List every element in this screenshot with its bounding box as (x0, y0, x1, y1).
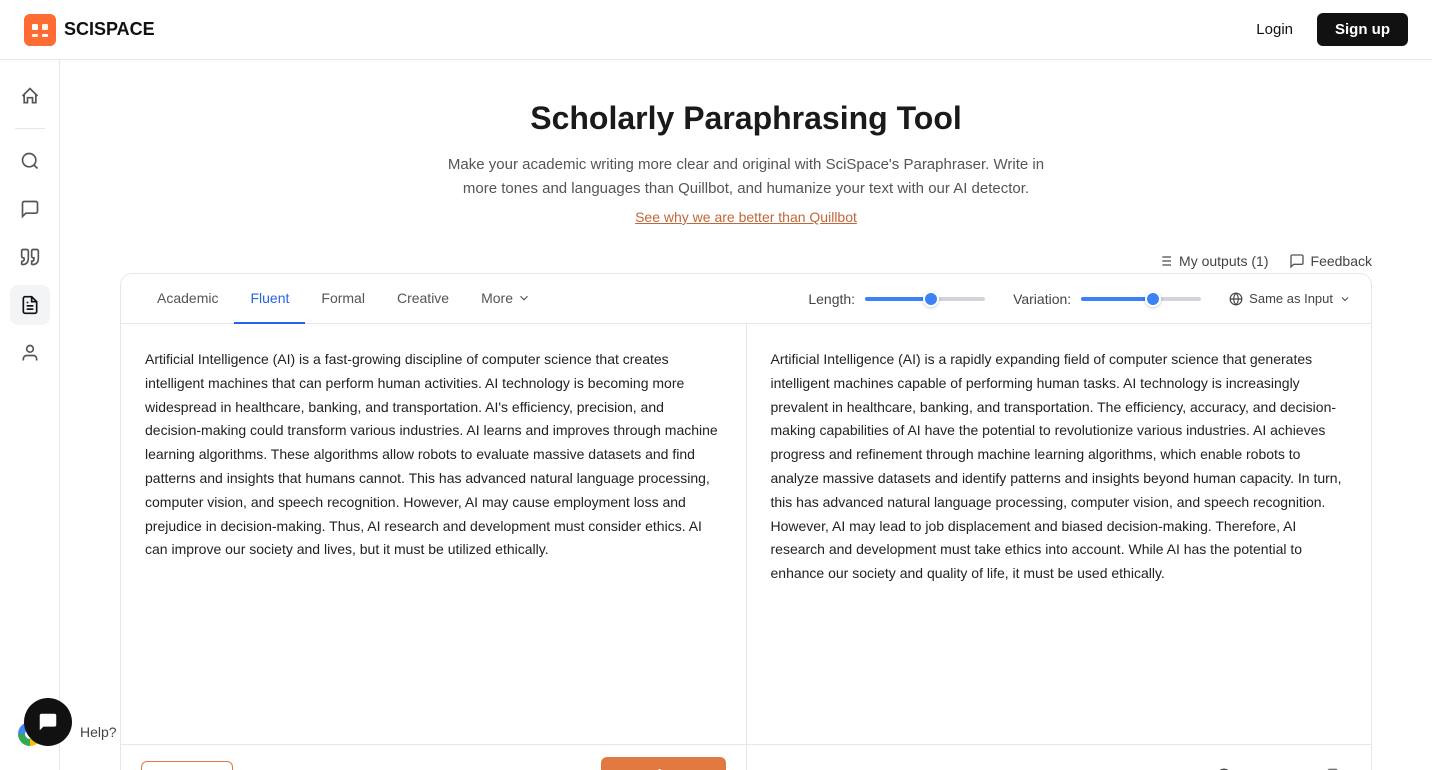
language-selector[interactable]: Same as Input (1229, 291, 1351, 306)
tab-creative[interactable]: Creative (381, 274, 465, 324)
tabs-bar: Academic Fluent Formal Creative More (121, 274, 1371, 324)
tab-fluent[interactable]: Fluent (234, 274, 305, 324)
login-button[interactable]: Login (1244, 13, 1305, 46)
tabs-controls: Length: Variation: (808, 291, 1351, 307)
new-input-button[interactable]: New input (141, 761, 233, 770)
output-panel: Artificial Intelligence (AI) is a rapidl… (747, 324, 1372, 744)
language-chevron-icon (1339, 293, 1351, 305)
chevron-down-icon (517, 291, 531, 305)
header-actions: Login Sign up (1244, 13, 1408, 46)
my-outputs-button[interactable]: My outputs (1) (1157, 253, 1268, 269)
paraphrase-card: Academic Fluent Formal Creative More (120, 273, 1372, 770)
sidebar-item-search[interactable] (10, 141, 50, 181)
sidebar-item-quote[interactable] (10, 237, 50, 277)
copy-button[interactable] (1319, 760, 1351, 770)
length-control: Length: (808, 291, 985, 307)
logo-icon (24, 14, 56, 46)
tab-formal[interactable]: Formal (305, 274, 381, 324)
sidebar-item-person[interactable] (10, 333, 50, 373)
logo[interactable]: SCISPACE (24, 14, 155, 46)
bottom-bar: New input 105/150 words Rephrase 120 wor… (121, 744, 1371, 770)
feedback-icon (1289, 253, 1305, 269)
input-text[interactable]: Artificial Intelligence (AI) is a fast-g… (145, 348, 722, 562)
output-actions: 120 words AI detection (747, 745, 1372, 770)
variation-slider[interactable] (1081, 297, 1201, 301)
globe-icon (1229, 292, 1243, 306)
sidebar (0, 60, 60, 770)
sidebar-item-chat[interactable] (10, 189, 50, 229)
signup-button[interactable]: Sign up (1317, 13, 1408, 46)
input-panel: Artificial Intelligence (AI) is a fast-g… (121, 324, 747, 744)
toolbar: My outputs (1) Feedback (120, 253, 1372, 269)
page-subtitle: Make your academic writing more clear an… (120, 153, 1372, 201)
chat-support-button[interactable] (24, 698, 72, 746)
logo-text: SCISPACE (64, 19, 155, 40)
length-slider[interactable] (865, 297, 985, 301)
header: SCISPACE Login Sign up (0, 0, 1432, 60)
layout: Scholarly Paraphrasing Tool Make your ac… (0, 60, 1432, 770)
tab-academic[interactable]: Academic (141, 274, 234, 324)
sidebar-item-home[interactable] (10, 76, 50, 116)
quillbot-comparison-link[interactable]: See why we are better than Quillbot (120, 209, 1372, 225)
my-outputs-label: My outputs (1) (1179, 253, 1268, 269)
output-text: Artificial Intelligence (AI) is a rapidl… (771, 348, 1348, 586)
panels: Artificial Intelligence (AI) is a fast-g… (121, 324, 1371, 744)
rephrase-button[interactable]: Rephrase (601, 757, 725, 770)
length-label: Length: (808, 291, 855, 307)
tab-more[interactable]: More (465, 274, 547, 324)
feedback-label: Feedback (1311, 253, 1372, 269)
sidebar-item-document[interactable] (10, 285, 50, 325)
input-actions: New input 105/150 words Rephrase (121, 745, 747, 770)
variation-label: Variation: (1013, 291, 1071, 307)
sidebar-divider (15, 128, 45, 129)
page-title: Scholarly Paraphrasing Tool (120, 100, 1372, 137)
feedback-button[interactable]: Feedback (1289, 253, 1372, 269)
chat-bubble-icon (37, 711, 59, 733)
main-content: Scholarly Paraphrasing Tool Make your ac… (60, 60, 1432, 770)
outputs-icon (1157, 253, 1173, 269)
language-label: Same as Input (1249, 291, 1333, 306)
help-label[interactable]: Help? (80, 724, 117, 740)
variation-control: Variation: (1013, 291, 1201, 307)
